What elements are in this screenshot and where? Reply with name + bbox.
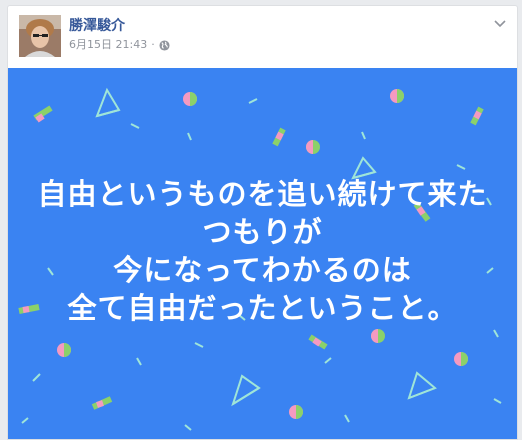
author-avatar[interactable]	[19, 15, 61, 57]
globe-icon[interactable]	[159, 39, 170, 51]
post-image-text: 自由というものを追い続けて来た つもりが 今になってわかるのは 全て自由だったと…	[8, 175, 517, 327]
meta-separator: ·	[151, 38, 155, 51]
author-name[interactable]: 勝澤駿介	[69, 17, 125, 35]
avatar-image	[19, 15, 61, 57]
post-image[interactable]: 自由というものを追い続けて来た つもりが 今になってわかるのは 全て自由だったと…	[8, 68, 517, 439]
post-meta: 6月15日 21:43 ·	[69, 38, 170, 52]
image-text-line-3: 今になってわかるのは	[113, 253, 412, 287]
post-header: 勝澤駿介 6月15日 21:43 ·	[8, 6, 517, 68]
image-text-line-2: つもりが	[202, 215, 323, 249]
chevron-down-icon[interactable]	[493, 16, 507, 30]
post-card: 勝澤駿介 6月15日 21:43 · 自由というものを追い続けて来た つもりが …	[7, 5, 518, 440]
image-text-line-1: 自由というものを追い続けて来た	[37, 177, 488, 211]
post-timestamp[interactable]: 6月15日 21:43	[69, 38, 147, 52]
image-text-line-4: 全て自由だったということ。	[67, 291, 458, 325]
